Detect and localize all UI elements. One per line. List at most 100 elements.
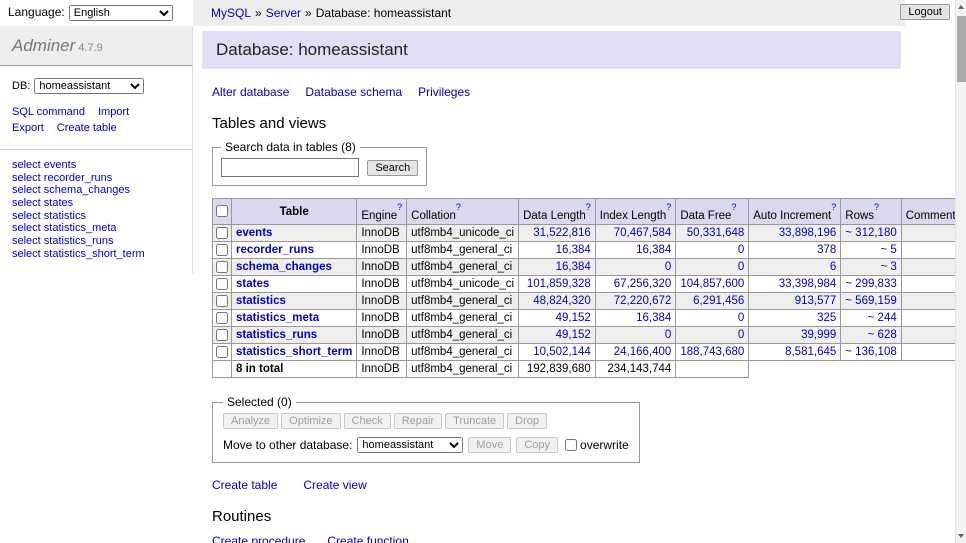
data-free-link[interactable]: 104,857,600 <box>680 278 744 290</box>
index-length-link[interactable]: 24,166,400 <box>614 346 672 358</box>
create-procedure-link[interactable]: Create procedure <box>212 534 305 543</box>
data-length-link[interactable]: 10,502,144 <box>533 346 591 358</box>
adminer-home-link[interactable]: Adminer <box>12 36 75 55</box>
sidebar-link-create-table[interactable]: Create table <box>57 122 117 134</box>
sidebar-item-select-statistics-runs[interactable]: select statistics_runs <box>12 235 180 248</box>
alter-database-link[interactable]: Alter database <box>212 85 289 99</box>
row-select-checkbox[interactable] <box>216 295 228 307</box>
create-view-link[interactable]: Create view <box>303 478 366 492</box>
auto-increment-link[interactable]: 325 <box>817 312 836 324</box>
overwrite-checkbox[interactable] <box>565 439 577 451</box>
rows-count-link[interactable]: ~ 244 <box>868 312 897 324</box>
index-length-link[interactable]: 72,220,672 <box>614 295 672 307</box>
data-free-link[interactable]: 0 <box>738 312 744 324</box>
row-select-checkbox[interactable] <box>216 278 228 290</box>
vertical-scrollbar[interactable] <box>955 0 966 543</box>
select-all-checkbox[interactable] <box>216 205 228 217</box>
table-name-link[interactable]: recorder_runs <box>236 244 314 256</box>
data-length-link[interactable]: 16,384 <box>556 244 591 256</box>
auto-increment-link[interactable]: 6 <box>830 261 836 273</box>
sidebar-item-select-statistics-meta[interactable]: select statistics_meta <box>12 222 180 235</box>
table-name-link[interactable]: statistics <box>236 295 286 307</box>
index-length-link[interactable]: 70,467,584 <box>614 227 672 239</box>
table-name-link[interactable]: statistics_runs <box>236 329 317 341</box>
table-name-link[interactable]: statistics_meta <box>236 312 319 324</box>
table-name-link[interactable]: events <box>236 227 272 239</box>
analyze-button[interactable]: Analyze <box>223 413 278 429</box>
copy-button[interactable]: Copy <box>516 437 558 453</box>
scrollbar-thumb[interactable] <box>957 16 966 82</box>
sidebar-item-select-events[interactable]: select events <box>12 159 180 172</box>
row-select-checkbox[interactable] <box>216 244 228 256</box>
optimize-button[interactable]: Optimize <box>281 413 340 429</box>
index-length-link[interactable]: 0 <box>665 261 671 273</box>
sidebar-item-select-statistics[interactable]: select statistics <box>12 210 180 223</box>
help-link[interactable]: ? <box>731 202 736 212</box>
table-name-link[interactable]: states <box>236 278 269 290</box>
privileges-link[interactable]: Privileges <box>418 85 470 99</box>
logout-button[interactable]: Logout <box>900 4 950 20</box>
search-input[interactable] <box>221 158 359 177</box>
help-link[interactable]: ? <box>831 202 836 212</box>
data-free-link[interactable]: 50,331,648 <box>687 227 745 239</box>
create-function-link[interactable]: Create function <box>327 534 408 543</box>
index-length-link[interactable]: 16,384 <box>636 244 671 256</box>
data-length-link[interactable]: 48,824,320 <box>533 295 591 307</box>
database-schema-link[interactable]: Database schema <box>305 85 402 99</box>
help-link[interactable]: ? <box>874 202 879 212</box>
sidebar-item-select-recorder-runs[interactable]: select recorder_runs <box>12 172 180 185</box>
index-length-link[interactable]: 0 <box>665 329 671 341</box>
sidebar-item-select-states[interactable]: select states <box>12 197 180 210</box>
sidebar-link-sql-command[interactable]: SQL command <box>12 106 85 118</box>
help-link[interactable]: ? <box>456 202 461 212</box>
data-free-link[interactable]: 0 <box>738 244 744 256</box>
language-select[interactable]: English <box>69 5 173 21</box>
rows-count-link[interactable]: ~ 628 <box>868 329 897 341</box>
help-link[interactable]: ? <box>586 202 591 212</box>
breadcrumb-server-link[interactable]: Server <box>266 6 301 20</box>
row-select-checkbox[interactable] <box>216 261 228 273</box>
table-name-link[interactable]: schema_changes <box>236 261 332 273</box>
data-length-link[interactable]: 101,859,328 <box>527 278 591 290</box>
auto-increment-link[interactable]: 378 <box>817 244 836 256</box>
auto-increment-link[interactable]: 33,898,196 <box>779 227 837 239</box>
auto-increment-link[interactable]: 8,581,645 <box>785 346 836 358</box>
data-length-link[interactable]: 31,522,816 <box>533 227 591 239</box>
data-free-link[interactable]: 0 <box>738 329 744 341</box>
row-select-checkbox[interactable] <box>216 227 228 239</box>
row-select-checkbox[interactable] <box>216 312 228 324</box>
help-link[interactable]: ? <box>397 202 402 212</box>
auto-increment-link[interactable]: 33,398,984 <box>779 278 837 290</box>
sidebar-link-export[interactable]: Export <box>12 122 44 134</box>
data-length-link[interactable]: 16,384 <box>556 261 591 273</box>
row-select-checkbox[interactable] <box>216 346 228 358</box>
repair-button[interactable]: Repair <box>394 413 442 429</box>
index-length-link[interactable]: 16,384 <box>636 312 671 324</box>
rows-count-link[interactable]: ~ 136,108 <box>845 346 896 358</box>
create-table-link[interactable]: Create table <box>212 478 277 492</box>
sidebar-item-select-schema-changes[interactable]: select schema_changes <box>12 184 180 197</box>
table-name-link[interactable]: statistics_short_term <box>236 346 352 358</box>
row-select-checkbox[interactable] <box>216 329 228 341</box>
scrollbar-up-arrow-icon[interactable] <box>956 0 966 14</box>
sidebar-link-import[interactable]: Import <box>98 106 129 118</box>
rows-count-link[interactable]: ~ 5 <box>880 244 896 256</box>
move-database-select[interactable]: homeassistant <box>357 437 463 453</box>
rows-count-link[interactable]: ~ 312,180 <box>845 227 896 239</box>
rows-count-link[interactable]: ~ 3 <box>880 261 896 273</box>
sidebar-item-select-statistics-short-term[interactable]: select statistics_short_term <box>12 248 180 261</box>
check-button[interactable]: Check <box>344 413 391 429</box>
search-button[interactable]: Search <box>367 160 418 176</box>
auto-increment-link[interactable]: 913,577 <box>795 295 837 307</box>
scrollbar-down-arrow-icon[interactable] <box>956 529 966 543</box>
auto-increment-link[interactable]: 39,999 <box>801 329 836 341</box>
data-free-link[interactable]: 6,291,456 <box>693 295 744 307</box>
breadcrumb-mysql-link[interactable]: MySQL <box>211 6 251 20</box>
truncate-button[interactable]: Truncate <box>445 413 504 429</box>
db-select[interactable]: homeassistant <box>34 78 144 94</box>
move-button[interactable]: Move <box>468 437 511 453</box>
data-length-link[interactable]: 49,152 <box>556 312 591 324</box>
rows-count-link[interactable]: ~ 569,159 <box>845 295 896 307</box>
data-free-link[interactable]: 188,743,680 <box>680 346 744 358</box>
drop-button[interactable]: Drop <box>507 413 547 429</box>
